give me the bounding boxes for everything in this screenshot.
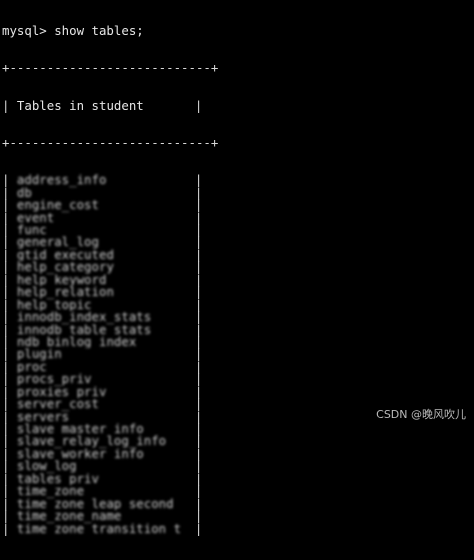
- table-cell-name: slave_master_info: [16, 423, 144, 436]
- table-cell-name: help_category: [16, 261, 114, 274]
- table-cell-name: address_info: [16, 174, 107, 187]
- table-cell-name: servers: [16, 410, 70, 424]
- table-cell-name: time_zone: [16, 485, 85, 498]
- terminal-output: mysql> show tables; +-------------------…: [2, 0, 218, 560]
- table-pipe: |: [179, 520, 203, 536]
- table-header-row: | Tables_in_student |: [2, 97, 218, 113]
- table-cell-name: time_zone_transition_type: [16, 522, 180, 535]
- table-cell-name: innodb_index_stats: [16, 311, 152, 324]
- table-cell-name: slave_relay_log_info: [16, 435, 167, 448]
- table-cell-name: db: [16, 186, 32, 200]
- table-header: Tables_in_student: [16, 99, 144, 113]
- table-cell-name: help_relation: [16, 286, 114, 299]
- table-border-top: +---------------------------+: [2, 60, 219, 76]
- table-cell-name: engine_cost: [16, 199, 99, 212]
- table-cell-name: innodb_table_stats: [16, 323, 152, 336]
- table-cell-name: tables_priv: [16, 472, 99, 486]
- table-cell-name: ndb_binlog_index: [16, 335, 137, 349]
- table-body: | address_info | | db | | engine_cost | | e…: [2, 174, 218, 535]
- table-cell-name: general_log: [16, 236, 99, 249]
- table-cell-name: time_zone_leap_second: [16, 497, 174, 511]
- table-cell-name: slow_log: [16, 460, 77, 473]
- table-pipe: |: [179, 97, 203, 113]
- table-cell-name: proxies_priv: [16, 385, 107, 399]
- table-row: | time_zone_transition_type |: [2, 520, 218, 536]
- table-cell-name: slave_worker_info: [16, 447, 144, 461]
- table-cell-name: server_cost: [16, 398, 99, 411]
- table-pipe: |: [2, 520, 17, 536]
- table-cell-name: func: [16, 224, 47, 237]
- table-cell-name: gtid_executed: [16, 248, 114, 262]
- table-cell-name: event: [16, 211, 55, 225]
- table-pipe: |: [2, 97, 17, 113]
- table-cell-name: time_zone_name: [16, 510, 122, 523]
- table-cell-name: proc: [16, 360, 47, 374]
- table-cell-name: help_keyword: [16, 273, 107, 287]
- table-border-mid: +---------------------------+: [2, 134, 219, 150]
- table-cell-name: plugin: [16, 348, 62, 361]
- terminal-window[interactable]: mysql> show tables; +-------------------…: [0, 0, 474, 534]
- table-cell-name: procs_priv: [16, 373, 92, 386]
- table-cell-name: help_topic: [16, 298, 92, 312]
- watermark: CSDN @晚风吹儿: [376, 408, 466, 421]
- prompt-line: mysql> show tables;: [2, 22, 144, 38]
